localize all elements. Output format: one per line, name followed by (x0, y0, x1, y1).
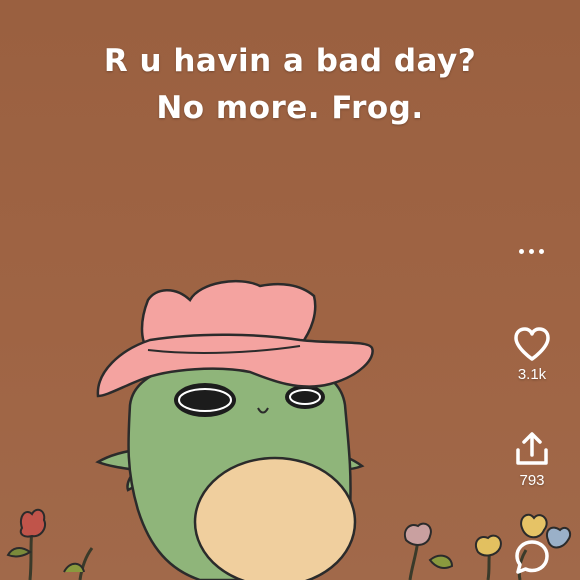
like-button[interactable]: 3.1k (504, 326, 560, 383)
more-options-button[interactable] (503, 236, 559, 266)
comment-button[interactable] (504, 538, 560, 576)
comment-bubble-icon (515, 540, 549, 574)
share-button[interactable]: 793 (504, 430, 560, 489)
frog (95, 358, 365, 580)
like-count: 3.1k (517, 366, 547, 383)
frog-cowboy-illustration (6, 279, 572, 580)
share-count: 793 (519, 472, 545, 489)
action-rail (500, 0, 580, 580)
share-icon (516, 432, 548, 465)
heart-outline-icon (514, 327, 550, 361)
video-player[interactable]: R u havin a bad day? No more. Frog. 3.1k… (0, 0, 580, 580)
more-horizontal-icon (518, 248, 544, 254)
